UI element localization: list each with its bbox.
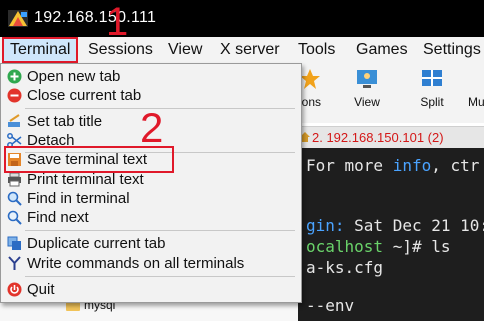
menu-item-label: Find in terminal — [27, 190, 130, 207]
session-tab-bar: 2. 192.168.150.101 (2) — [298, 126, 484, 149]
split-grid-icon — [422, 70, 442, 86]
step-number-1: 1 — [106, 0, 129, 44]
printer-icon — [8, 172, 21, 187]
plus-circle-icon — [7, 69, 22, 84]
toolbar-view-button[interactable]: View — [347, 67, 387, 109]
menu-open-new-tab[interactable]: Open new tab — [1, 67, 301, 86]
menu-terminal[interactable]: Terminal — [2, 37, 78, 63]
menu-write-commands-all-terminals[interactable]: Write commands on all terminals — [1, 254, 301, 273]
rename-icon — [8, 114, 20, 127]
menu-item-label: Duplicate current tab — [27, 235, 166, 252]
menu-games[interactable]: Games — [356, 37, 408, 63]
search-next-icon — [7, 210, 22, 225]
search-icon — [7, 191, 22, 206]
menu-tools[interactable]: Tools — [298, 37, 335, 63]
menu-divider — [25, 276, 295, 277]
terminal-line: For more info, ctr — [306, 156, 480, 175]
toolbar-split-label: Split — [420, 95, 444, 109]
menu-item-label: Open new tab — [27, 68, 121, 85]
menu-x-server[interactable]: X server — [220, 37, 280, 63]
menu-view[interactable]: View — [168, 37, 202, 63]
monitor-user-icon — [357, 70, 377, 88]
title-bar: 192.168.150.111 — [0, 0, 484, 37]
menu-item-label: Quit — [27, 281, 55, 298]
menu-find-in-terminal[interactable]: Find in terminal — [1, 189, 301, 208]
menu-item-label: Find next — [27, 209, 89, 226]
menu-settings[interactable]: Settings — [423, 37, 481, 63]
minus-circle-icon — [7, 88, 22, 103]
toolbar-sessions-label: ions — [298, 95, 321, 109]
menu-item-label: Close current tab — [27, 87, 142, 104]
menu-bar: Terminal Sessions View X server Tools Ga… — [0, 37, 484, 64]
toolbar-multiexec-label: Mu — [468, 95, 484, 109]
duplicate-icon — [7, 236, 21, 250]
terminal-line: --env — [306, 296, 355, 315]
menu-quit[interactable]: Quit — [1, 280, 301, 299]
menu-item-label: Set tab title — [27, 113, 103, 130]
terminal-output[interactable]: For more info, ctr gin: Sat Dec 21 10: o… — [298, 148, 484, 321]
session-tab[interactable]: 2. 192.168.150.101 (2) — [312, 130, 444, 145]
toolbar-split-button[interactable]: Split — [412, 67, 452, 109]
terminal-line: a-ks.cfg — [306, 258, 384, 277]
menu-divider — [25, 230, 295, 231]
menu-duplicate-current-tab[interactable]: Duplicate current tab — [1, 234, 301, 253]
fork-icon — [8, 256, 21, 270]
terminal-menu-dropdown: Open new tab Close current tab Set tab t… — [0, 63, 302, 303]
menu-close-current-tab[interactable]: Close current tab — [1, 86, 301, 105]
toolbar-multiexec-button[interactable]: Mu — [468, 67, 484, 109]
step-number-2: 2 — [140, 104, 164, 151]
app-logo-icon — [8, 10, 28, 27]
window-title: 192.168.150.111 — [34, 9, 157, 26]
terminal-line: gin: Sat Dec 21 10: — [306, 216, 484, 235]
menu-item-label: Write commands on all terminals — [27, 255, 245, 272]
terminal-line: ocalhost ~]# ls — [306, 237, 451, 256]
menu-find-next[interactable]: Find next — [1, 208, 301, 227]
power-icon — [7, 282, 22, 297]
toolbar-view-label: View — [354, 95, 380, 109]
